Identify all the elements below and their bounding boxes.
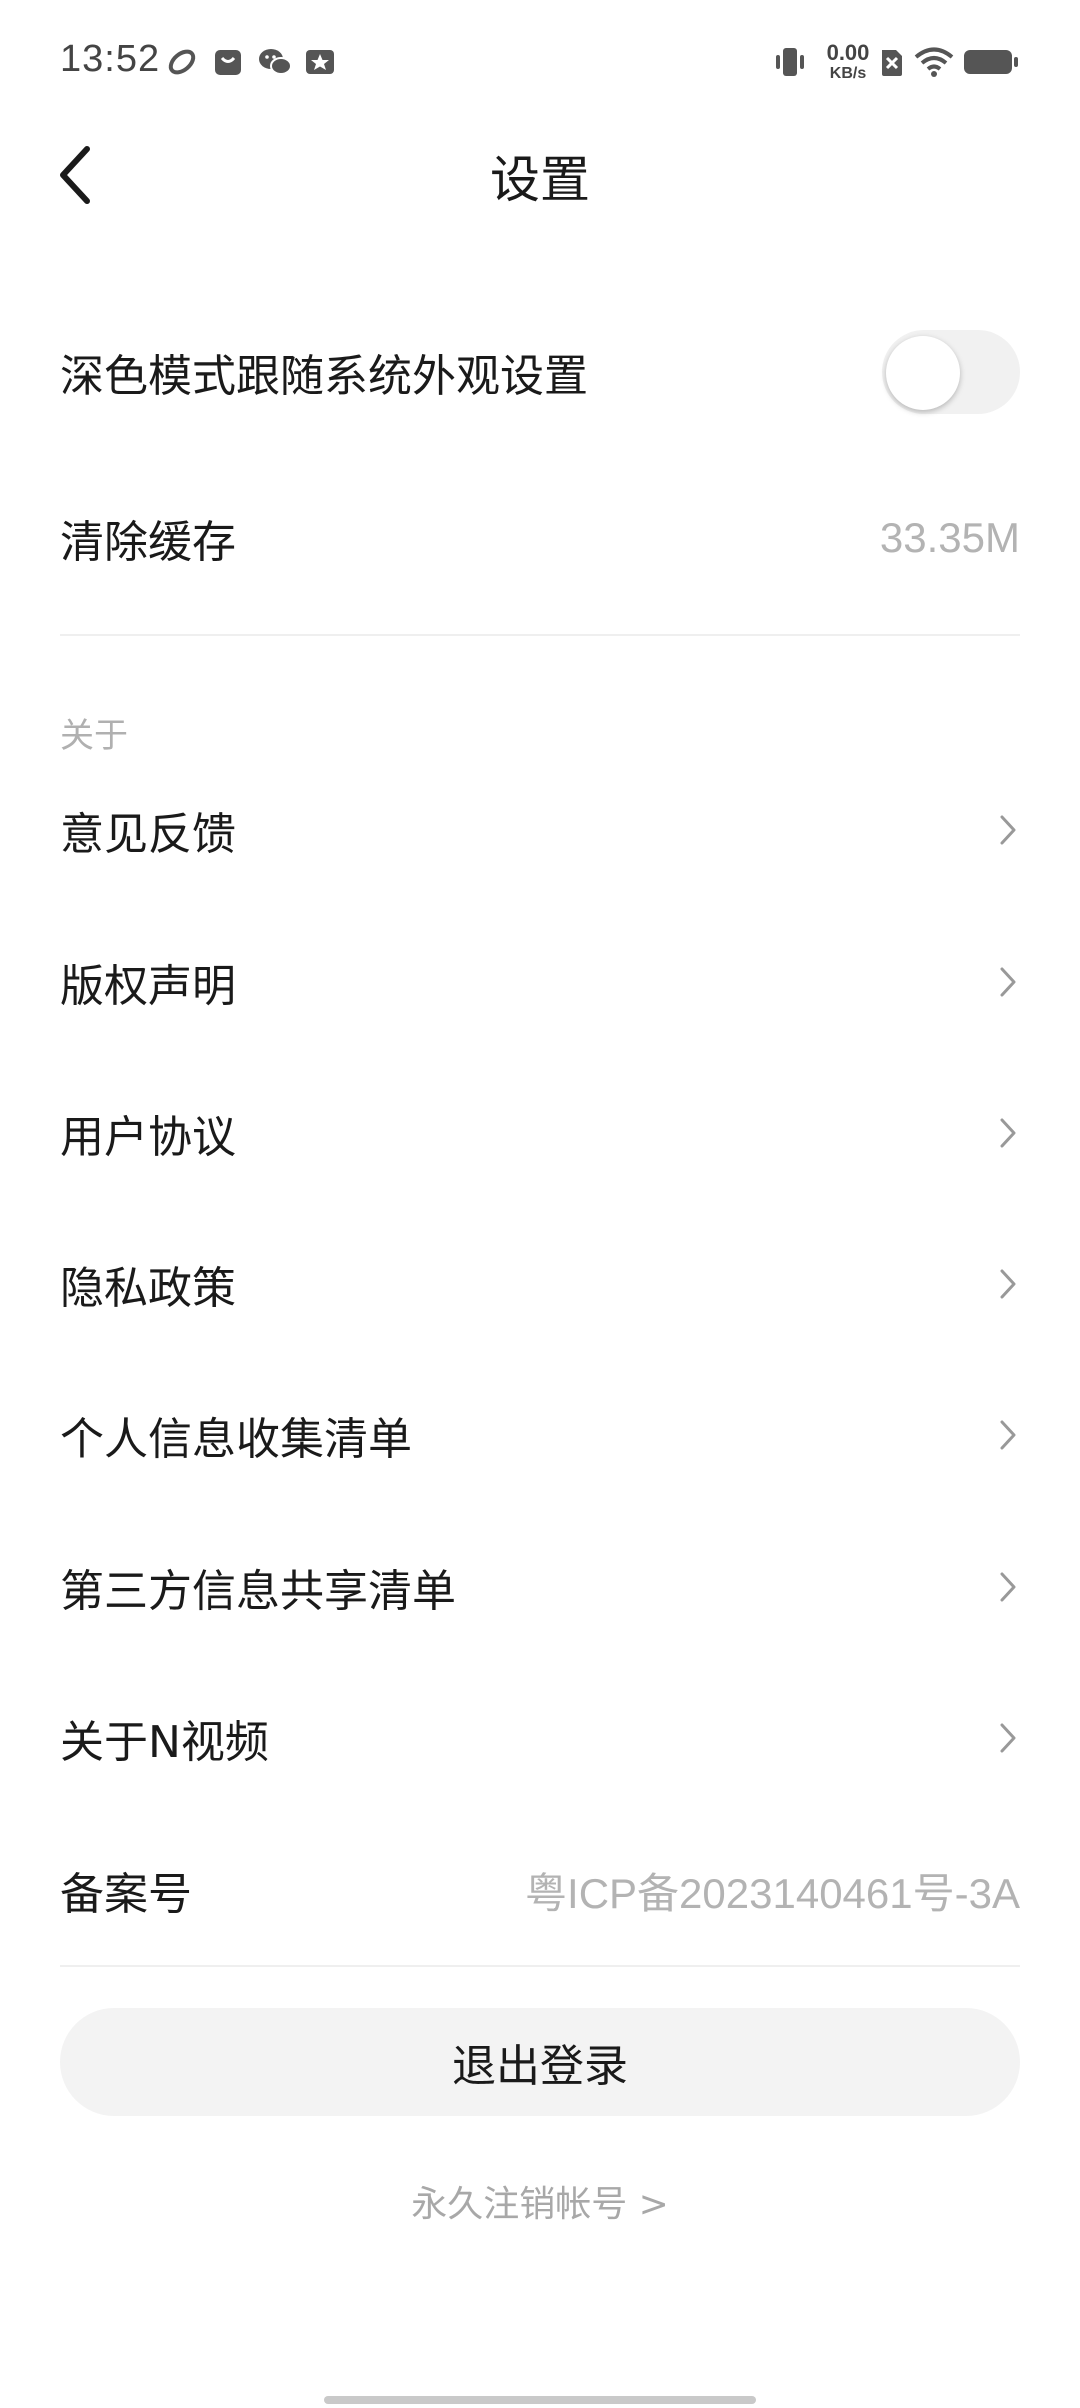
wechat-icon bbox=[258, 46, 292, 78]
divider bbox=[60, 634, 1020, 636]
chevron-right-icon bbox=[996, 1264, 1020, 1304]
icp-value: 粤ICP备2023140461号-3A bbox=[525, 1869, 1020, 1917]
network-speed: 0.00 KB/s bbox=[820, 42, 876, 82]
clear-cache-row[interactable]: 清除缓存 33.35M bbox=[60, 478, 1020, 598]
list-item-privacy-policy[interactable]: 隐私政策 bbox=[60, 1224, 1020, 1344]
list-item-about-app[interactable]: 关于N视频 bbox=[60, 1678, 1020, 1798]
list-item-label: 意见反馈 bbox=[60, 809, 236, 860]
chevron-right-icon bbox=[996, 810, 1020, 850]
list-item-label: 个人信息收集清单 bbox=[60, 1414, 412, 1465]
toggle-knob bbox=[886, 336, 960, 410]
list-item-label: 版权声明 bbox=[60, 961, 236, 1012]
sim-off-icon bbox=[878, 46, 910, 78]
home-indicator[interactable] bbox=[324, 2396, 756, 2404]
list-item-label: 第三方信息共享清单 bbox=[60, 1566, 456, 1617]
battery-icon bbox=[962, 46, 1020, 78]
list-item-personal-info[interactable]: 个人信息收集清单 bbox=[60, 1375, 1020, 1495]
vibrate-icon bbox=[772, 46, 804, 78]
bag-icon bbox=[212, 46, 244, 78]
chevron-right-icon bbox=[996, 1415, 1020, 1455]
list-item-third-party-sharing[interactable]: 第三方信息共享清单 bbox=[60, 1527, 1020, 1647]
chevron-right-icon bbox=[996, 1113, 1020, 1153]
list-item-label: 隐私政策 bbox=[60, 1263, 236, 1314]
app-ring-icon bbox=[166, 46, 198, 78]
page-title: 设置 bbox=[490, 151, 590, 209]
network-speed-value: 0.00 bbox=[826, 40, 870, 65]
chevron-right-icon bbox=[996, 962, 1020, 1002]
list-item-user-agreement[interactable]: 用户协议 bbox=[60, 1073, 1020, 1193]
star-badge-icon bbox=[304, 46, 336, 78]
icp-label: 备案号 bbox=[60, 1869, 192, 1920]
list-item-label: 关于N视频 bbox=[60, 1717, 269, 1768]
wifi-icon bbox=[914, 46, 954, 78]
chevron-right-icon bbox=[996, 1718, 1020, 1758]
dark-mode-row: 深色模式跟随系统外观设置 bbox=[60, 312, 1020, 432]
network-speed-unit: KB/s bbox=[829, 65, 867, 82]
dark-mode-label: 深色模式跟随系统外观设置 bbox=[60, 351, 588, 402]
logout-button[interactable]: 退出登录 bbox=[60, 2008, 1020, 2116]
list-item-label: 用户协议 bbox=[60, 1112, 236, 1163]
dark-mode-toggle[interactable] bbox=[882, 330, 1020, 414]
cache-size-value: 33.35M bbox=[879, 514, 1020, 561]
status-time: 13:52 bbox=[60, 38, 161, 80]
icp-row: 备案号 粤ICP备2023140461号-3A bbox=[60, 1830, 1020, 1950]
list-item-feedback[interactable]: 意见反馈 bbox=[60, 770, 1020, 890]
delete-account-link[interactable]: 永久注销帐号 > bbox=[0, 2175, 1080, 2227]
divider bbox=[60, 1965, 1020, 1967]
status-bar: 13:52 0.00 KB/s bbox=[0, 0, 1080, 130]
list-item-copyright[interactable]: 版权声明 bbox=[60, 922, 1020, 1042]
clear-cache-label: 清除缓存 bbox=[60, 517, 236, 568]
chevron-right-icon bbox=[996, 1567, 1020, 1607]
section-header-about: 关于 bbox=[60, 716, 128, 756]
